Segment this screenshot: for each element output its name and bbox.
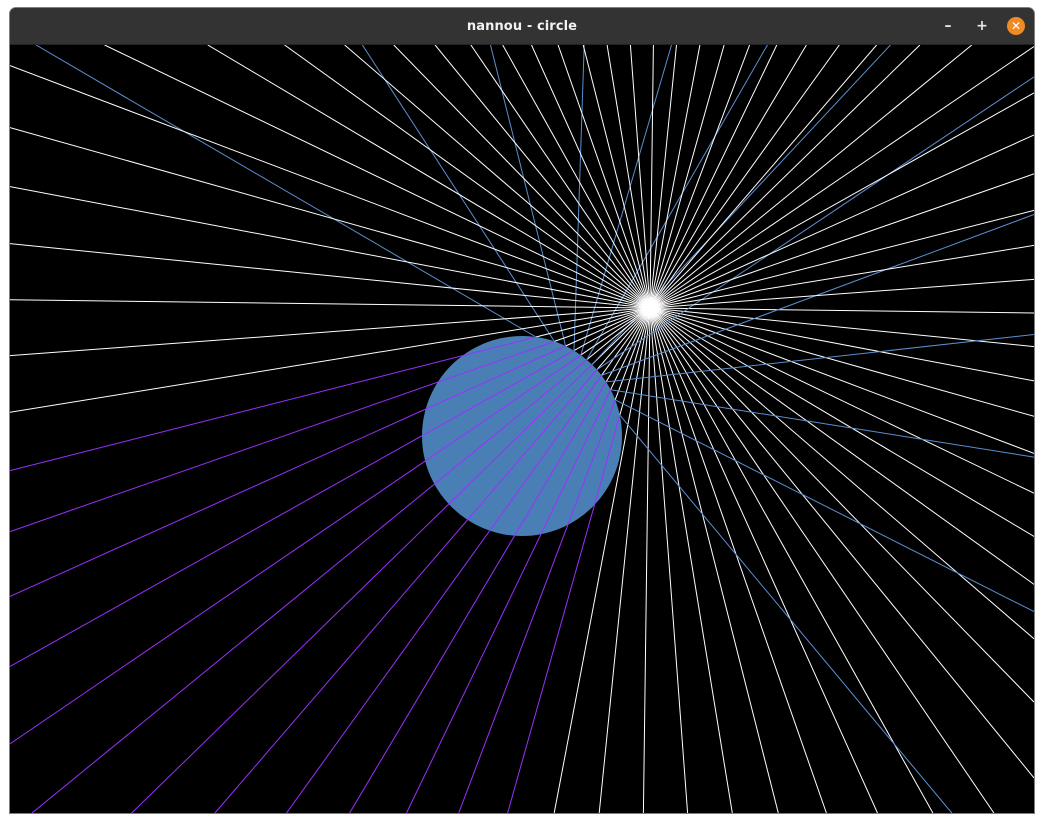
close-icon: ✕	[1010, 19, 1022, 33]
maximize-button[interactable]: +	[973, 17, 991, 35]
minimize-button[interactable]: –	[939, 17, 957, 35]
title-bar[interactable]: nannou - circle – + ✕	[10, 8, 1034, 45]
scene-svg	[10, 45, 1034, 813]
minimize-icon: –	[944, 18, 952, 34]
maximize-icon: +	[976, 18, 988, 34]
close-button[interactable]: ✕	[1007, 17, 1025, 35]
app-window: nannou - circle – + ✕	[10, 8, 1034, 813]
window-title: nannou - circle	[466, 18, 578, 34]
light-source	[643, 301, 657, 315]
render-canvas[interactable]	[10, 45, 1034, 813]
